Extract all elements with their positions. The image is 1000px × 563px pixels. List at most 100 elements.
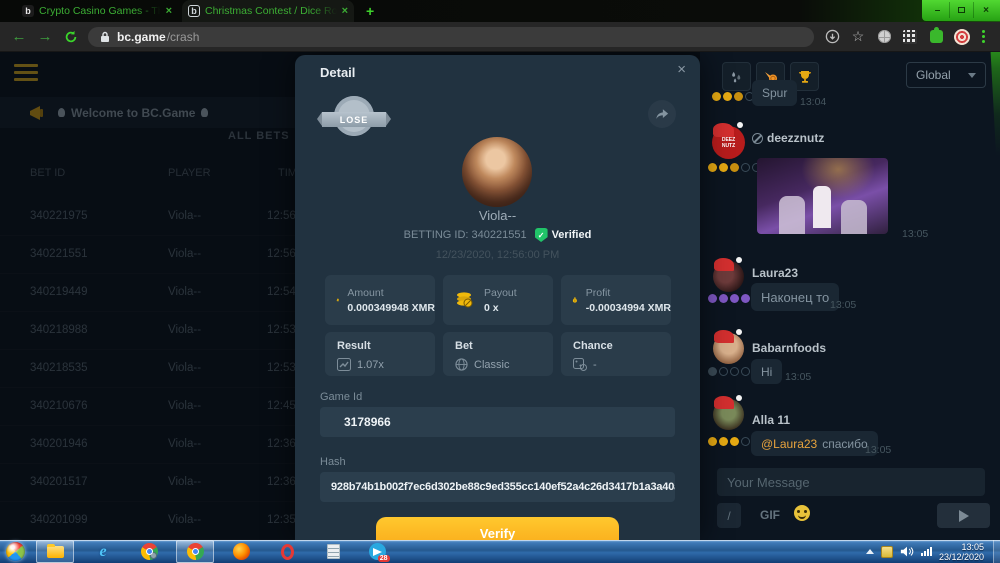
url-bar[interactable]: bc.game /crash xyxy=(88,27,814,47)
minimize-button[interactable]: – xyxy=(926,2,950,18)
extension-globe-icon[interactable] xyxy=(876,29,892,45)
extension-qr-icon[interactable] xyxy=(902,29,918,45)
tab1-favicon-icon: b xyxy=(22,5,34,17)
browser-tab-2[interactable]: b Christmas Contest / Dice Roll Hu × xyxy=(182,0,354,22)
clock-date: 23/12/2020 xyxy=(939,552,984,562)
coin-hand-icon: $ xyxy=(336,289,339,311)
mention-link[interactable]: @Laura23 xyxy=(761,437,817,451)
chat-username[interactable]: Laura23 xyxy=(752,266,798,280)
message-time: 13:05 xyxy=(785,371,811,383)
taskbar-clock[interactable]: 13:05 23/12/2020 xyxy=(939,542,984,562)
chat-username[interactable]: Alla 11 xyxy=(752,413,790,427)
restore-icon xyxy=(958,7,965,13)
taskbar-firefox-button[interactable] xyxy=(222,540,260,563)
chat-username[interactable]: deezznutz xyxy=(752,131,824,145)
taskbar-chrome-button[interactable] xyxy=(176,540,214,563)
chat-username[interactable]: Babarnfoods xyxy=(752,341,826,355)
notification-badge: 28 xyxy=(378,555,390,562)
show-desktop-button[interactable] xyxy=(993,540,1000,563)
chat-rain-button[interactable] xyxy=(722,62,751,91)
avatar[interactable] xyxy=(713,399,744,430)
taskbar-ie-button[interactable]: e xyxy=(84,540,122,563)
chat-message-bubble: Наконец то xyxy=(751,283,839,311)
chat-image-attachment[interactable] xyxy=(757,158,888,234)
badge-ribbon: LOSE xyxy=(322,112,386,127)
tab2-close-icon[interactable]: × xyxy=(342,5,348,17)
bookmark-star-icon[interactable]: ☆ xyxy=(850,29,866,45)
start-button[interactable] xyxy=(6,542,25,561)
profile-avatar[interactable] xyxy=(954,29,970,45)
windows-taskbar: e 28 13:05 23/12/2020 xyxy=(0,540,1000,563)
install-app-icon[interactable] xyxy=(824,29,840,45)
close-window-button[interactable]: × xyxy=(974,2,998,18)
network-signal-icon[interactable] xyxy=(921,547,932,556)
taskbar-telegram-button[interactable]: 28 xyxy=(358,540,396,563)
emoji-button[interactable] xyxy=(794,505,810,521)
gif-button[interactable]: GIF xyxy=(760,508,780,522)
tray-expand-icon[interactable] xyxy=(866,549,874,554)
hash-label: Hash xyxy=(320,456,346,468)
taskbar-explorer-button[interactable] xyxy=(36,540,74,563)
opera-icon xyxy=(281,544,294,560)
user-badge-icon xyxy=(752,133,763,144)
player-avatar[interactable] xyxy=(462,137,532,207)
chat-room-select[interactable]: Global xyxy=(906,62,986,88)
window-controls: – × xyxy=(926,2,998,18)
extensions-puzzle-icon[interactable] xyxy=(928,29,944,45)
chat-message-bubble: @Laura23 спасибо xyxy=(751,431,878,456)
badge-label: LOSE xyxy=(340,115,369,125)
chat-message-bubble: Hi xyxy=(751,359,782,384)
reload-button[interactable] xyxy=(58,30,84,44)
hash-field[interactable]: 928b74b1b002f7ec6d302be88c9ed355cc140ef5… xyxy=(320,472,675,502)
money-bag-icon: $ xyxy=(572,289,578,311)
taskbar-chromium-button[interactable] xyxy=(130,540,168,563)
browser-menu-icon[interactable] xyxy=(982,30,985,43)
avatar[interactable] xyxy=(713,333,744,364)
chart-icon xyxy=(337,358,351,371)
taskbar-opera-button[interactable] xyxy=(268,540,306,563)
firefox-icon xyxy=(233,543,250,560)
browser-tab-1[interactable]: b Crypto Casino Games - The 16 Be × xyxy=(16,0,178,22)
tray-app-icon[interactable] xyxy=(881,546,893,558)
volume-icon[interactable] xyxy=(900,545,914,558)
message-time: 13:05 xyxy=(902,228,928,240)
result-badge: LOSE xyxy=(334,96,374,136)
stat-card-amount: $ Amount0.000349948 XMR xyxy=(325,275,435,325)
verify-button[interactable]: Verify xyxy=(376,517,619,540)
browser-toolbar: ← → bc.game /crash ☆ xyxy=(0,22,1000,52)
url-path: /crash xyxy=(167,30,200,44)
share-button[interactable] xyxy=(648,100,676,128)
forward-button[interactable]: → xyxy=(32,28,58,45)
user-badges xyxy=(708,163,761,172)
new-tab-button[interactable]: + xyxy=(366,3,374,19)
stat-card-bet: Bet Classic xyxy=(443,332,553,376)
avatar[interactable] xyxy=(713,261,744,292)
folder-icon xyxy=(47,546,64,558)
hamburger-menu-icon[interactable] xyxy=(14,64,38,85)
send-icon xyxy=(959,510,969,522)
url-domain: bc.game xyxy=(117,30,166,44)
send-message-button[interactable] xyxy=(937,503,990,528)
taskbar-notepad-button[interactable] xyxy=(314,540,352,563)
chat-sidebar: Global Spur 13:04 DEEZNUTZ deezznutz 13:… xyxy=(700,52,1000,540)
chat-room-value: Global xyxy=(916,68,951,82)
notepad-icon xyxy=(327,544,340,559)
page-content: Welcome to BC.Game ALL BETS BET ID PLAYE… xyxy=(0,52,1000,540)
back-button[interactable]: ← xyxy=(6,28,32,45)
modal-close-icon[interactable]: × xyxy=(677,61,686,78)
restore-button[interactable] xyxy=(950,2,974,18)
announcement-text: Welcome to BC.Game xyxy=(58,106,208,120)
stat-card-profit: $ Profit-0.00034994 XMR xyxy=(561,275,671,325)
chat-command-button[interactable]: / xyxy=(717,503,741,528)
game-id-field[interactable]: 3178966 xyxy=(320,407,675,437)
dice-icon xyxy=(573,358,587,371)
lock-icon xyxy=(100,31,110,43)
avatar[interactable]: DEEZNUTZ xyxy=(712,126,745,159)
screen: b Crypto Casino Games - The 16 Be × b Ch… xyxy=(0,0,1000,563)
tab2-favicon-icon: b xyxy=(188,5,200,17)
chat-message-input[interactable] xyxy=(717,468,985,496)
all-bets-title: ALL BETS xyxy=(228,130,290,142)
bet-datetime: 12/23/2020, 12:56:00 PM xyxy=(295,249,700,261)
tab1-close-icon[interactable]: × xyxy=(166,5,172,17)
chromium-icon xyxy=(141,543,158,560)
